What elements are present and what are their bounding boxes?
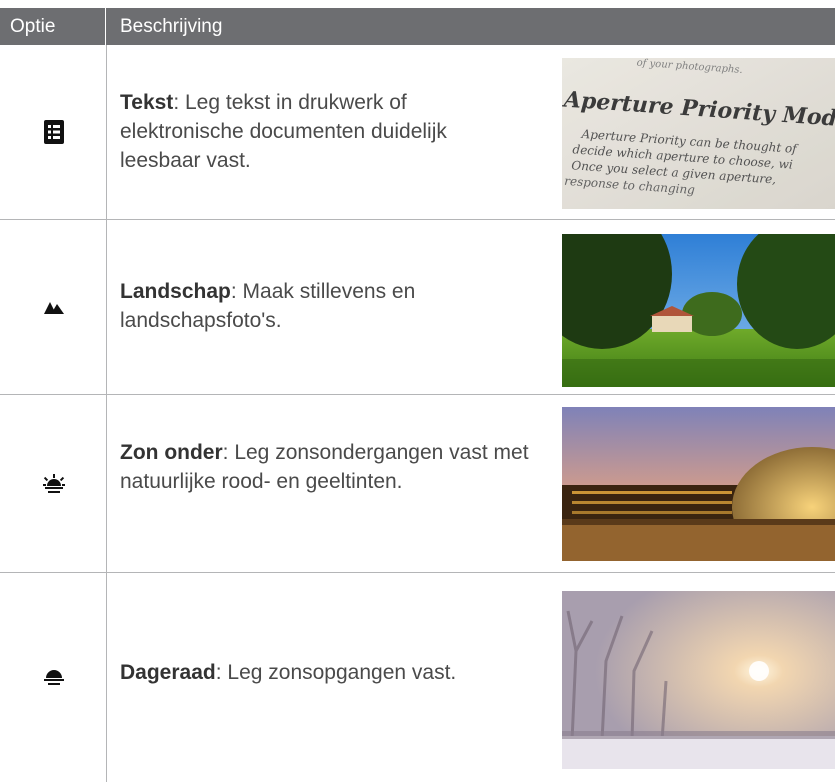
sunset-example-photo: [562, 407, 835, 561]
column-header-option: Optie: [0, 8, 106, 45]
document-list-icon: [43, 120, 64, 144]
sunrise-example-photo: [562, 591, 835, 769]
table-row: Zon onder: Leg zonsondergangen vast met …: [0, 395, 835, 573]
options-table: Tekst: Leg tekst in drukwerk of elektron…: [0, 45, 835, 782]
landscape-example-photo: [562, 234, 835, 387]
option-name: Landschap: [120, 280, 231, 303]
option-text: : Leg zonsopgangen vast.: [215, 661, 457, 684]
icon-cell: [0, 45, 107, 219]
column-header-description: Beschrijving: [120, 15, 223, 37]
table-row: Dageraad: Leg zonsopgangen vast.: [0, 573, 835, 782]
icon-cell: [0, 220, 107, 394]
icon-cell: [0, 573, 107, 782]
option-name: Tekst: [120, 91, 174, 114]
option-description: Tekst: Leg tekst in drukwerk of elektron…: [120, 88, 530, 175]
sunset-icon: [42, 473, 65, 493]
table-row: Landschap: Maak stillevens en landschaps…: [0, 220, 835, 395]
option-description: Landschap: Maak stillevens en landschaps…: [120, 277, 530, 335]
option-description: Zon onder: Leg zonsondergangen vast met …: [120, 438, 530, 496]
option-description: Dageraad: Leg zonsopgangen vast.: [120, 658, 530, 687]
mountains-icon: [43, 302, 64, 314]
table-header: Optie Beschrijving: [0, 8, 835, 45]
icon-cell: [0, 395, 107, 572]
text-example-photo: of your photographs. Aperture Priority M…: [562, 58, 835, 209]
option-name: Zon onder: [120, 441, 223, 464]
sunrise-icon: [43, 669, 64, 685]
option-name: Dageraad: [120, 661, 216, 684]
table-row: Tekst: Leg tekst in drukwerk of elektron…: [0, 45, 835, 220]
